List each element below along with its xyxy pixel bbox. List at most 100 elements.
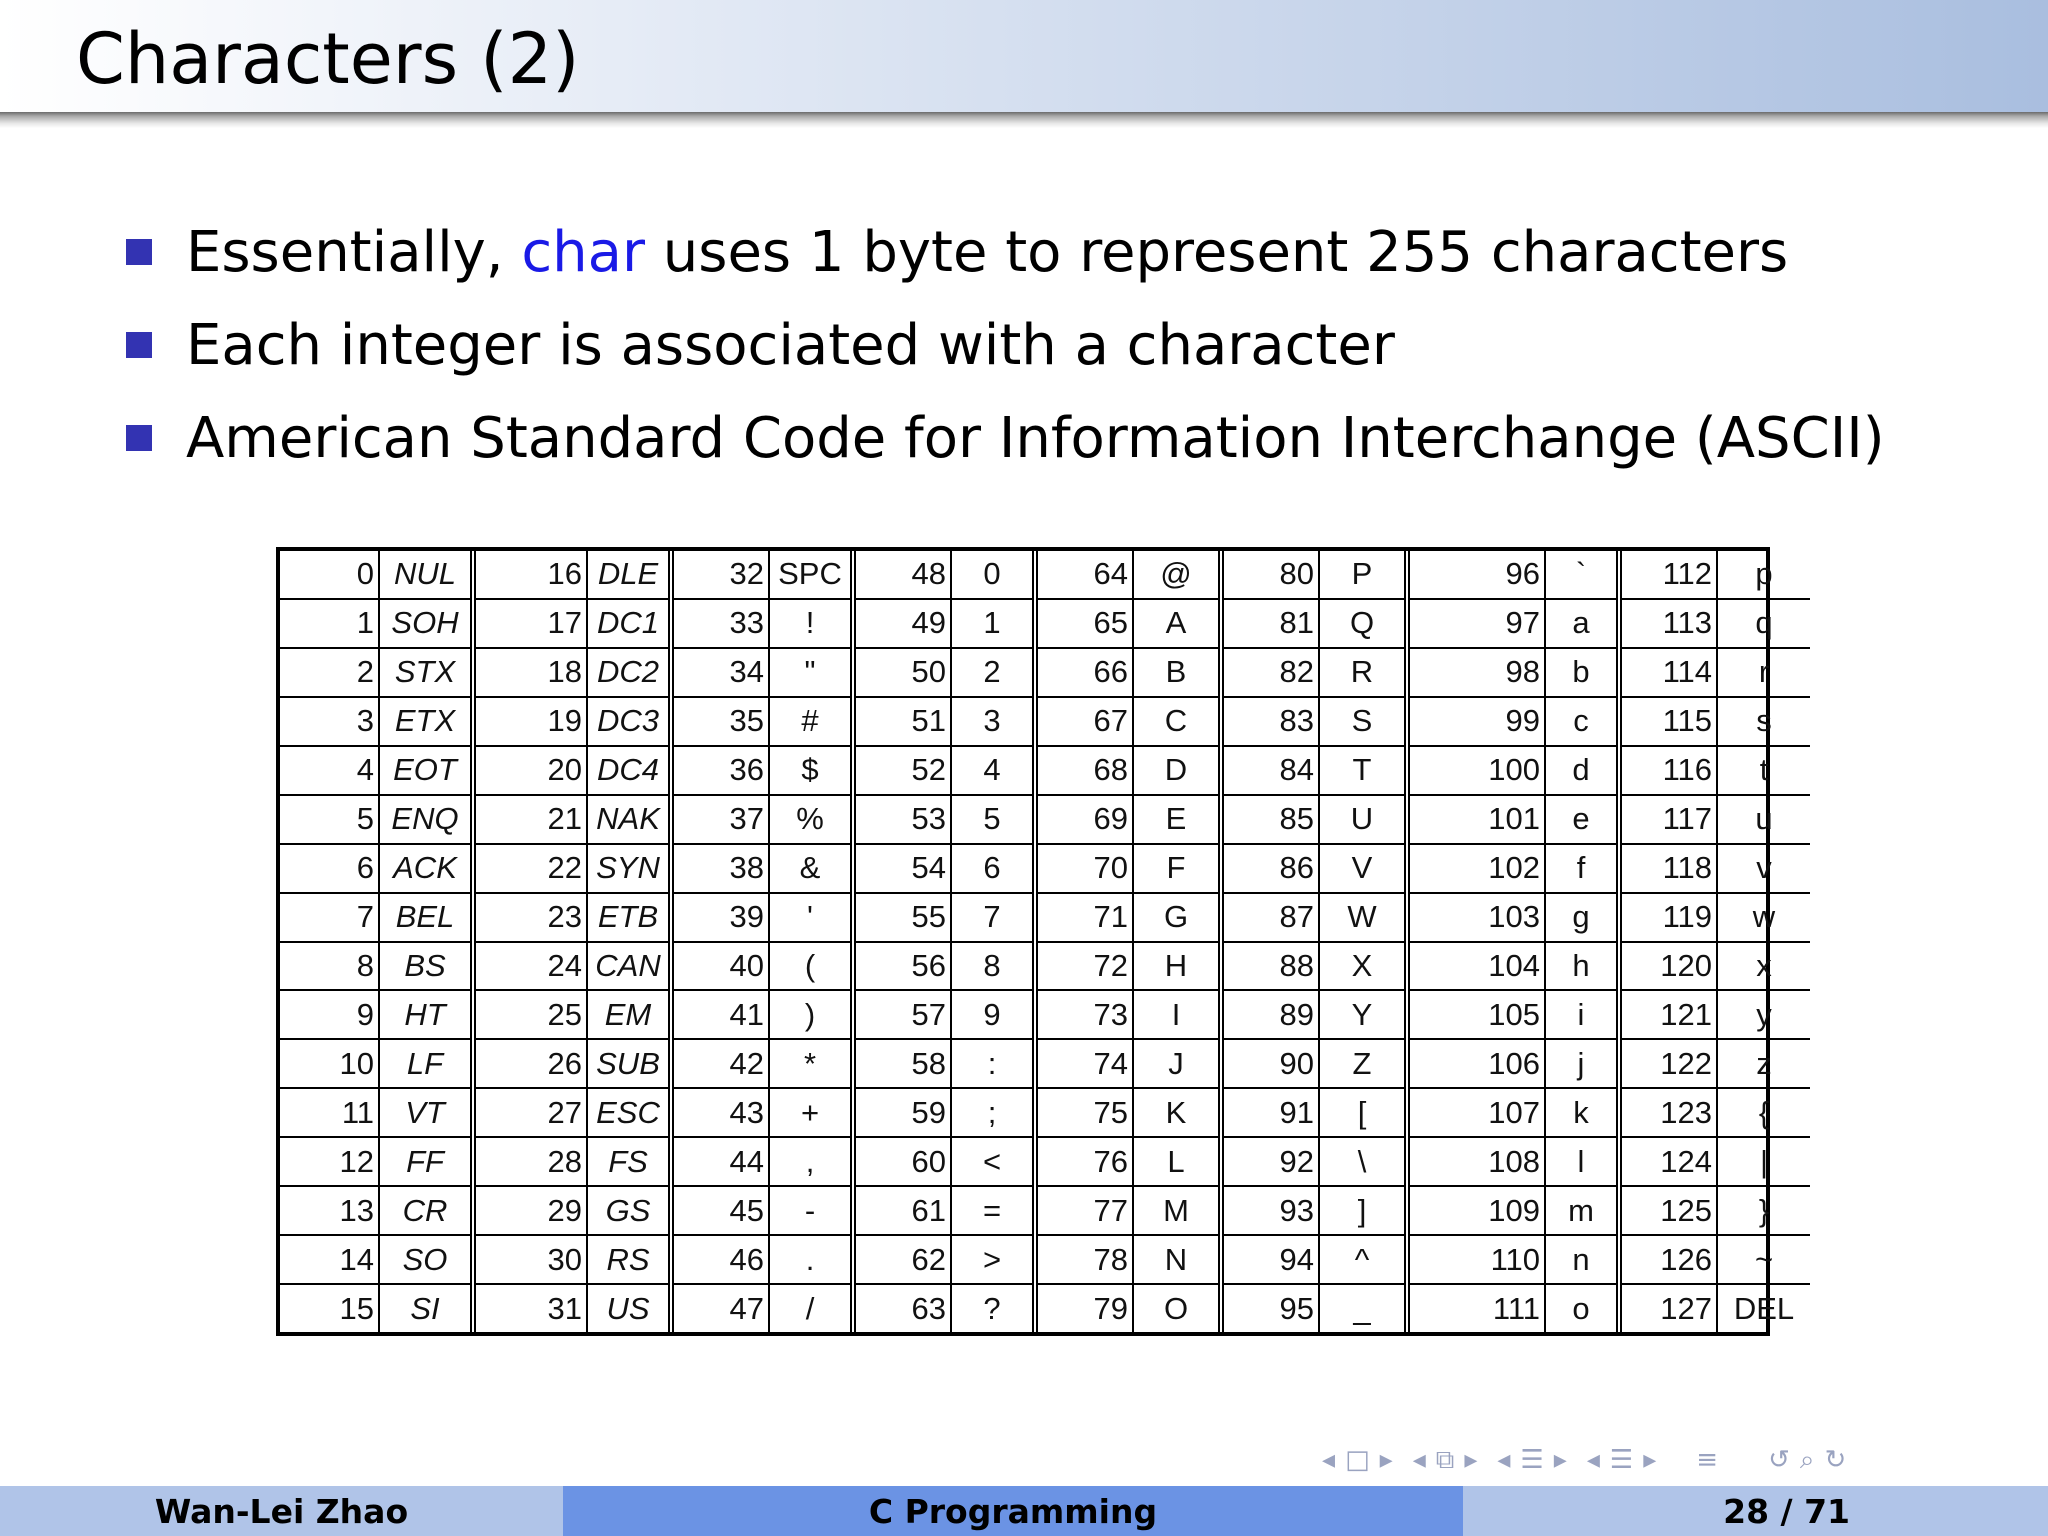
ascii-row: 48 0: [856, 551, 1032, 598]
ascii-row: 56 8: [856, 940, 1032, 990]
ascii-row: 13 CR: [280, 1185, 470, 1235]
ascii-code: 103: [1410, 893, 1546, 941]
ascii-char: $: [801, 752, 819, 788]
align-icon[interactable]: ≡: [1696, 1445, 1718, 1475]
ascii-code: 92: [1224, 1138, 1320, 1186]
slide-title: Characters (2): [76, 18, 580, 100]
ascii-char: SI: [410, 1290, 440, 1326]
ascii-row: 102 f: [1410, 842, 1616, 892]
ascii-char: %: [796, 801, 824, 837]
ascii-code: 65: [1038, 599, 1134, 647]
ascii-code: 68: [1038, 746, 1134, 794]
ascii-code: 10: [280, 1040, 380, 1088]
ascii-row: 12 FF: [280, 1136, 470, 1186]
ascii-char: W: [1347, 899, 1377, 935]
ascii-row: 59;: [856, 1087, 1032, 1137]
ascii-row: 81 Q: [1224, 597, 1404, 647]
undo-icon[interactable]: ↺: [1768, 1445, 1790, 1475]
ascii-char: FS: [608, 1143, 648, 1179]
ascii-code: 30: [476, 1236, 588, 1284]
ascii-row: 78 N: [1038, 1234, 1218, 1284]
ascii-char: i: [1577, 996, 1585, 1032]
ascii-code: 82: [1224, 648, 1320, 696]
ascii-char: z: [1756, 1045, 1772, 1081]
next-arrow-icon[interactable]: ▸: [1643, 1445, 1656, 1475]
ascii-row: 100 d: [1410, 744, 1616, 794]
ascii-code: 61: [856, 1187, 952, 1235]
ascii-char: _: [1353, 1290, 1371, 1326]
ascii-char: *: [803, 1045, 817, 1081]
ascii-row: 18 DC2: [476, 646, 668, 696]
next-arrow-icon[interactable]: ▸: [1380, 1445, 1393, 1475]
ascii-row: 120 x: [1622, 940, 1810, 990]
ascii-row: 24 CAN: [476, 940, 668, 990]
ascii-code: 106: [1410, 1040, 1546, 1088]
ascii-code: 124: [1622, 1138, 1718, 1186]
ascii-code: 90: [1224, 1040, 1320, 1088]
ascii-row: 103 g: [1410, 891, 1616, 941]
ascii-char: o: [1572, 1290, 1590, 1326]
ascii-char: 2: [983, 654, 1001, 690]
ascii-code: 67: [1038, 697, 1134, 745]
prev-arrow-icon[interactable]: ◂: [1413, 1445, 1426, 1475]
prev-arrow-icon[interactable]: ◂: [1587, 1445, 1600, 1475]
zoom-icon[interactable]: ⌕: [1800, 1445, 1815, 1476]
ascii-char: d: [1572, 752, 1590, 788]
ascii-code: 101: [1410, 795, 1546, 843]
ascii-row: 127 DEL: [1622, 1283, 1810, 1332]
ascii-char: LF: [406, 1045, 444, 1081]
ascii-char: h: [1572, 947, 1590, 983]
ascii-char: GS: [605, 1192, 651, 1228]
ascii-code: 2: [280, 648, 380, 696]
ascii-code: 105: [1410, 991, 1546, 1039]
ascii-code: 60: [856, 1138, 952, 1186]
ascii-row: 97 a: [1410, 597, 1616, 647]
ascii-char: I: [1171, 996, 1181, 1032]
ascii-char: SO: [402, 1241, 448, 1277]
ascii-row: 98 b: [1410, 646, 1616, 696]
ascii-char: u: [1755, 801, 1773, 837]
ascii-code: 88: [1224, 942, 1320, 990]
ascii-row: 88 X: [1224, 940, 1404, 990]
ascii-char: r: [1758, 654, 1770, 690]
outline-icon[interactable]: ☰: [1610, 1445, 1633, 1475]
ascii-code: 3: [280, 697, 380, 745]
footer-page-number: 28 / 71: [1463, 1486, 2048, 1536]
ascii-code: 89: [1224, 991, 1320, 1039]
ascii-code: 109: [1410, 1187, 1546, 1235]
next-arrow-icon[interactable]: ▸: [1554, 1445, 1567, 1475]
ascii-char: X: [1351, 947, 1373, 983]
ascii-char: ENQ: [391, 801, 459, 837]
ascii-char: &: [799, 850, 821, 886]
frame-icon[interactable]: □: [1345, 1445, 1370, 1475]
ascii-row: 51 3: [856, 695, 1032, 745]
next-arrow-icon[interactable]: ▸: [1464, 1445, 1477, 1475]
redo-icon[interactable]: ↻: [1824, 1445, 1846, 1475]
ascii-char: \: [1357, 1143, 1367, 1179]
ascii-char: #: [801, 703, 819, 739]
ascii-code: 119: [1622, 893, 1718, 941]
ascii-code: 29: [476, 1187, 588, 1235]
ascii-code: 118: [1622, 844, 1718, 892]
ascii-char: @: [1160, 556, 1192, 592]
prev-arrow-icon[interactable]: ◂: [1322, 1445, 1335, 1475]
ascii-code: 38: [674, 844, 770, 892]
subsection-icon[interactable]: ⧉: [1436, 1445, 1455, 1476]
ascii-char: =: [982, 1192, 1002, 1228]
ascii-row: 101 e: [1410, 793, 1616, 843]
ascii-char: Y: [1351, 996, 1373, 1032]
ascii-char: BS: [404, 947, 446, 983]
ascii-char: P: [1351, 556, 1373, 592]
ascii-row: 1 SOH: [280, 597, 470, 647]
section-icon[interactable]: ☰: [1520, 1445, 1543, 1475]
navigation-symbols: ◂ □ ▸ ◂ ⧉ ▸ ◂ ☰ ▸ ◂ ☰ ▸ ≡ ↺ ⌕ ↻: [1322, 1440, 1856, 1480]
ascii-row: 14 SO: [280, 1234, 470, 1284]
ascii-char: DC1: [596, 605, 659, 641]
ascii-char: 5: [983, 801, 1001, 837]
footer-author: Wan-Lei Zhao: [0, 1486, 563, 1536]
ascii-row: 72 H: [1038, 940, 1218, 990]
prev-arrow-icon[interactable]: ◂: [1497, 1445, 1510, 1475]
ascii-code: 7: [280, 893, 380, 941]
ascii-row: 25 EM: [476, 989, 668, 1039]
ascii-char: ~: [1754, 1241, 1774, 1277]
